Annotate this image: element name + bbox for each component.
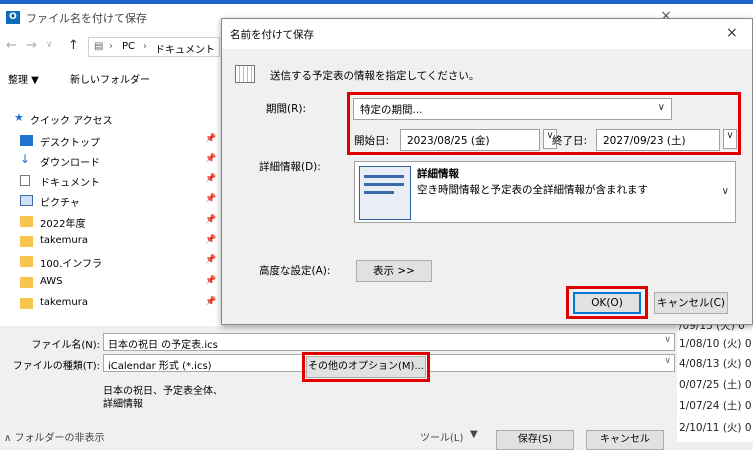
details-title: 詳細情報: [417, 168, 459, 180]
up-arrow-icon[interactable]: ↑: [68, 38, 79, 53]
forward-arrow-icon[interactable]: →: [26, 38, 37, 53]
nav-item-pictures[interactable]: ピクチャ 📌: [0, 192, 222, 211]
pin-icon: 📌: [205, 297, 217, 307]
calendar-save-options-dialog: 名前を付けて保存 × 送信する予定表の情報を指定してください。 期間(R): 特…: [221, 18, 753, 325]
pin-icon: 📌: [205, 255, 217, 265]
nav-item-label: takemura: [40, 235, 88, 246]
show-advanced-button[interactable]: 表示 >>: [356, 260, 432, 282]
new-folder-button[interactable]: 新しいフォルダー: [70, 71, 150, 86]
folder-icon: [20, 298, 33, 309]
details-select[interactable]: 詳細情報 空き時間情報と予定表の全詳細情報が含まれます ∨: [354, 161, 736, 223]
filename-label: ファイル名(N):: [31, 340, 100, 351]
folder-icon: [20, 236, 33, 247]
pin-icon: 📌: [205, 235, 217, 245]
pin-icon: 📌: [205, 134, 217, 144]
folder-icon: [20, 277, 33, 288]
nav-item-label: ピクチャ: [40, 198, 80, 209]
outlook-icon: O: [6, 11, 20, 24]
save-button[interactable]: 保存(S): [496, 430, 574, 450]
chevron-down-icon[interactable]: ∨: [664, 335, 671, 345]
filename-input[interactable]: 日本の祝日 の予定表.ics ∨: [103, 333, 675, 351]
details-label: 詳細情報(D):: [259, 161, 321, 173]
bottom-button-row: ∧ フォルダーの非表示 ツール(L) ▼: [0, 426, 680, 444]
nav-item-desktop[interactable]: デスクトップ 📌: [0, 132, 222, 151]
back-dialog-title: ファイル名を付けて保存: [26, 12, 147, 25]
picture-icon: [20, 195, 33, 206]
filetype-label: ファイルの種類(T):: [12, 361, 100, 372]
document-icon: [20, 175, 30, 186]
breadcrumb-documents[interactable]: ドキュメント: [155, 41, 215, 56]
pin-icon: 📌: [205, 154, 217, 164]
nav-item-folder-takemura[interactable]: takemura 📌: [0, 233, 222, 252]
organize-button[interactable]: 整理 ▼: [8, 71, 39, 86]
nav-item-folder-takemura-2[interactable]: takemura 📌: [0, 295, 222, 314]
pin-icon: 📌: [205, 194, 217, 204]
nav-item-label: 100.インフラ: [40, 259, 102, 270]
file-date-cell: 2/10/11 (火) 0: [679, 422, 752, 434]
folder-path-icon: ▤: [94, 41, 104, 52]
save-fields-area: ファイル名(N): 日本の祝日 の予定表.ics ∨ ファイルの種類(T): i…: [0, 326, 677, 442]
nav-item-label: 2022年度: [40, 219, 86, 230]
cancel-button[interactable]: キャンセル: [586, 430, 664, 450]
breadcrumb-pc[interactable]: PC: [122, 41, 135, 52]
advanced-label: 高度な設定(A):: [259, 265, 331, 277]
tools-dropdown-icon[interactable]: ▼: [470, 429, 478, 440]
ok-highlight: [566, 286, 648, 319]
chevron-down-icon[interactable]: ∨: [722, 186, 729, 197]
desktop-icon: [20, 135, 33, 146]
chevron-down-icon[interactable]: ∨: [664, 356, 671, 366]
details-description: 空き時間情報と予定表の全詳細情報が含まれます: [417, 184, 648, 196]
folder-icon: [20, 256, 33, 267]
star-icon: ★: [14, 111, 24, 124]
breadcrumb-separator: ›: [143, 41, 147, 52]
breadcrumb[interactable]: ▤ › PC › ドキュメント: [88, 37, 220, 57]
more-options-highlight: [302, 352, 430, 382]
recent-dropdown-icon[interactable]: ∨: [46, 40, 53, 50]
nav-item-label: ダウンロード: [40, 158, 100, 169]
file-date-cell: 0/07/25 (土) 0: [679, 379, 752, 391]
navigation-pane: ★ クイック アクセス デスクトップ 📌 ↓ ダウンロード 📌 ドキュメント 📌…: [0, 104, 222, 324]
calendar-icon: [235, 65, 255, 83]
nav-item-quick-access[interactable]: ★ クイック アクセス: [0, 110, 222, 129]
download-icon: ↓: [20, 152, 31, 166]
filename-value: 日本の祝日 の予定表.ics: [108, 340, 218, 351]
period-label: 期間(R):: [266, 103, 307, 115]
navigation-bar: ← → ∨ ↑ ▤ › PC › ドキュメント: [0, 34, 220, 60]
front-title-bar: 名前を付けて保存 ×: [222, 19, 752, 49]
nav-item-folder-infra[interactable]: 100.インフラ 📌: [0, 253, 222, 272]
nav-item-label: takemura: [40, 297, 88, 308]
pin-icon: 📌: [205, 174, 217, 184]
file-date-cell: 1/08/10 (火) 0: [679, 338, 752, 350]
breadcrumb-separator: ›: [109, 41, 113, 52]
front-cancel-button[interactable]: キャンセル(C): [654, 292, 728, 314]
back-arrow-icon[interactable]: ←: [6, 38, 17, 53]
nav-item-label: AWS: [40, 276, 63, 287]
nav-item-label: ドキュメント: [40, 178, 100, 189]
nav-item-folder-2022[interactable]: 2022年度 📌: [0, 213, 222, 232]
toolbar: 整理 ▼ 新しいフォルダー: [0, 64, 220, 92]
front-dialog-title: 名前を付けて保存: [230, 29, 314, 41]
nav-item-label: デスクトップ: [40, 138, 100, 149]
instruction-text: 送信する予定表の情報を指定してください。: [270, 70, 480, 82]
folder-icon: [20, 216, 33, 227]
pin-icon: 📌: [205, 276, 217, 286]
nav-item-label: クイック アクセス: [30, 116, 113, 127]
options-summary-line2: 詳細情報: [103, 399, 143, 410]
nav-item-documents[interactable]: ドキュメント 📌: [0, 172, 222, 191]
file-date-cell: 1/07/24 (土) 0: [679, 400, 752, 412]
period-highlight: [347, 92, 741, 155]
pin-icon: 📌: [205, 215, 217, 225]
file-date-cell: 4/08/13 (火) 0: [679, 358, 752, 370]
nav-item-downloads[interactable]: ↓ ダウンロード 📌: [0, 152, 222, 171]
filetype-value: iCalendar 形式 (*.ics): [108, 361, 212, 372]
detail-document-icon: [359, 166, 411, 220]
close-icon[interactable]: ×: [726, 25, 738, 41]
nav-item-folder-aws[interactable]: AWS 📌: [0, 274, 222, 293]
